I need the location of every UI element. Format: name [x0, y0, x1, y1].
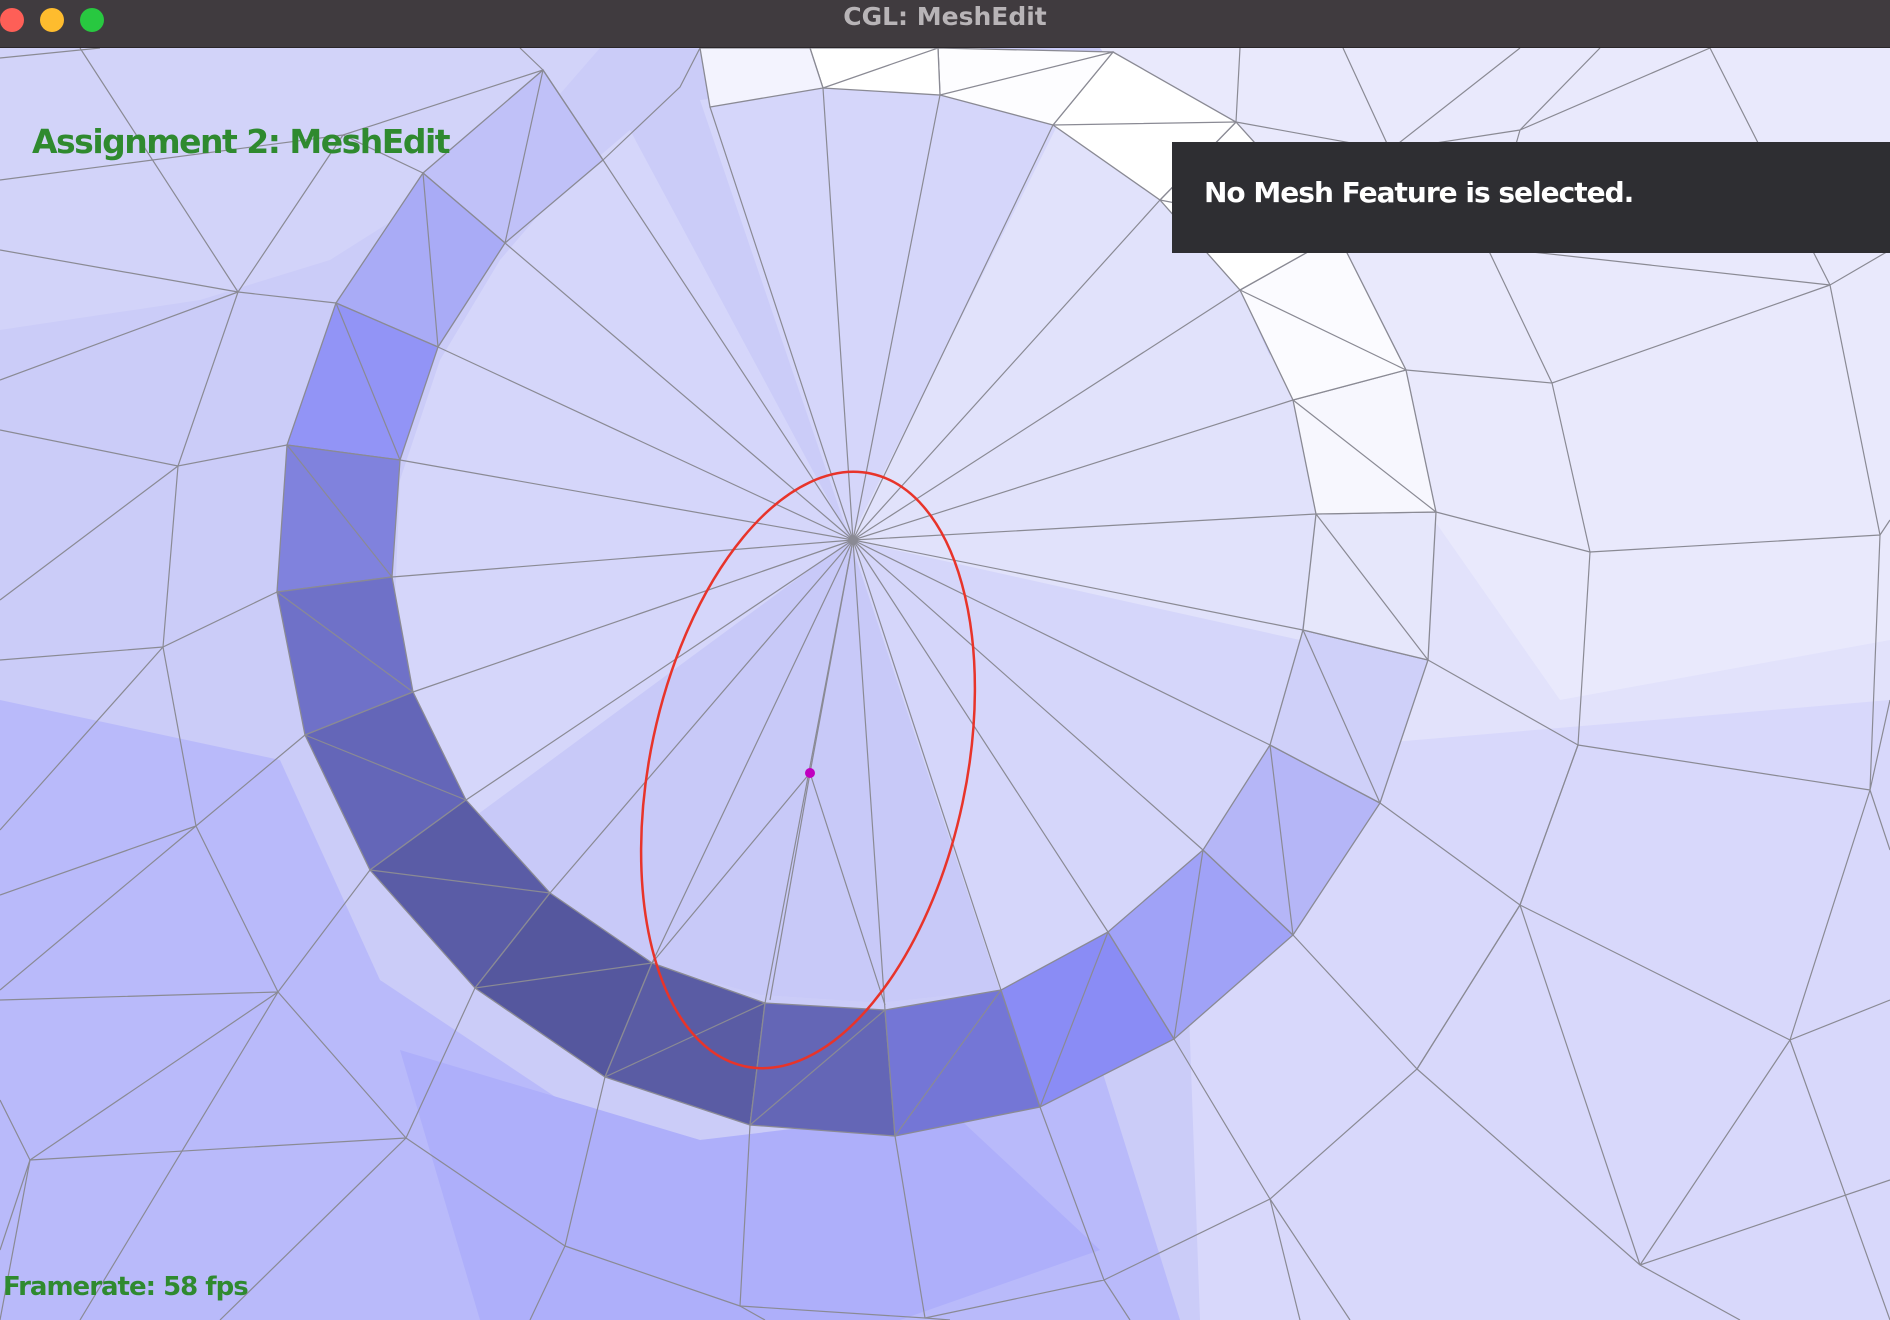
- title-bar: CGL: MeshEdit: [0, 0, 1890, 48]
- assignment-title: Assignment 2: MeshEdit: [32, 122, 451, 161]
- selection-info-panel: No Mesh Feature is selected.: [1172, 142, 1890, 253]
- cursor-point-icon: [805, 768, 815, 778]
- selection-status-text: No Mesh Feature is selected.: [1204, 176, 1634, 209]
- window-title: CGL: MeshEdit: [843, 2, 1047, 31]
- framerate-readout: Framerate: 58 fps: [3, 1272, 249, 1302]
